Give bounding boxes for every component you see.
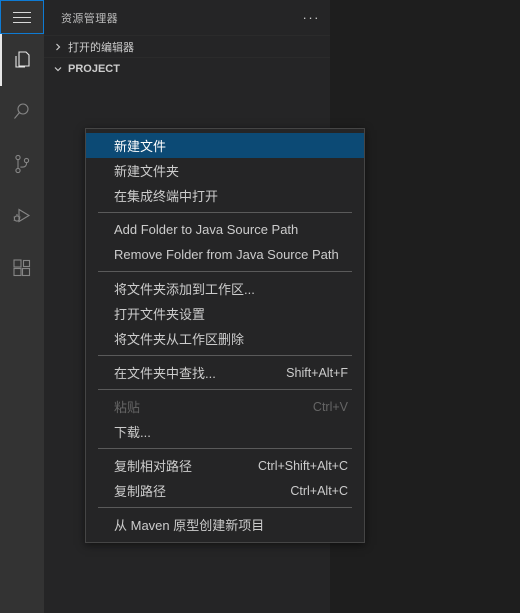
search-icon	[10, 100, 34, 124]
menu-separator	[98, 271, 352, 272]
context-menu: 新建文件 新建文件夹 在集成终端中打开 Add Folder to Java S…	[85, 128, 365, 543]
menu-item-add-folder-to-java-source-path[interactable]: Add Folder to Java Source Path	[86, 217, 364, 242]
menu-item-find-in-folder[interactable]: 在文件夹中查找... Shift+Alt+F	[86, 360, 364, 385]
menu-item-remove-folder-from-java-source-path[interactable]: Remove Folder from Java Source Path	[86, 242, 364, 267]
menu-item-paste: 粘贴 Ctrl+V	[86, 394, 364, 419]
menu-item-label: 在集成终端中打开	[114, 189, 219, 204]
files-icon	[10, 48, 34, 72]
sidebar-header: 资源管理器 ···	[44, 0, 330, 35]
menu-item-open-folder-settings[interactable]: 打开文件夹设置	[86, 301, 364, 326]
menu-item-label: 新建文件	[114, 139, 167, 154]
activitybar-item-search[interactable]	[0, 86, 44, 138]
hamburger-icon	[13, 8, 31, 27]
activity-bar	[0, 0, 44, 613]
menu-separator	[98, 507, 352, 508]
run-debug-icon	[10, 204, 34, 228]
menu-separator	[98, 389, 352, 390]
menu-item-label: Remove Folder from Java Source Path	[114, 247, 339, 262]
menu-item-label: 新建文件夹	[114, 164, 180, 179]
extensions-icon	[10, 256, 34, 280]
menu-item-download[interactable]: 下载...	[86, 419, 364, 444]
menu-item-copy-relative-path[interactable]: 复制相对路径 Ctrl+Shift+Alt+C	[86, 453, 364, 478]
activitybar-item-extensions[interactable]	[0, 242, 44, 294]
menu-item-add-folder-to-workspace[interactable]: 将文件夹添加到工作区...	[86, 276, 364, 301]
sidebar-section-label: PROJECT	[68, 62, 120, 75]
menu-item-label: 打开文件夹设置	[114, 307, 206, 322]
menu-item-label: 粘贴	[114, 400, 141, 415]
menu-item-label: 复制相对路径	[114, 459, 193, 474]
vscode-window: 资源管理器 ··· 打开的编辑器 PROJECT 新建文件 新建文件夹 在集成终…	[0, 0, 520, 613]
menu-separator	[98, 212, 352, 213]
menu-item-open-in-integrated-terminal[interactable]: 在集成终端中打开	[86, 183, 364, 208]
menu-separator	[98, 448, 352, 449]
menu-item-label: 下载...	[114, 425, 151, 440]
menu-item-label: Add Folder to Java Source Path	[114, 222, 299, 237]
activitybar-item-run-debug[interactable]	[0, 190, 44, 242]
menu-item-label: 复制路径	[114, 484, 167, 499]
menu-item-create-maven-project[interactable]: 从 Maven 原型创建新项目	[86, 512, 364, 537]
menu-item-shortcut: Ctrl+Alt+C	[290, 483, 348, 498]
menu-item-label: 从 Maven 原型创建新项目	[114, 518, 265, 533]
menu-item-remove-folder-from-workspace[interactable]: 将文件夹从工作区删除	[86, 326, 364, 351]
chevron-right-icon	[50, 39, 66, 55]
menu-item-copy-path[interactable]: 复制路径 Ctrl+Alt+C	[86, 478, 364, 503]
menu-item-shortcut: Ctrl+V	[312, 399, 348, 414]
menu-item-new-file[interactable]: 新建文件	[86, 133, 364, 158]
menu-item-label: 在文件夹中查找...	[114, 366, 216, 381]
sidebar-section-open-editors[interactable]: 打开的编辑器	[44, 35, 330, 57]
sidebar-title: 资源管理器	[61, 12, 118, 25]
git-branch-icon	[10, 152, 34, 176]
hamburger-menu-button[interactable]	[0, 0, 44, 34]
sidebar-section-project[interactable]: PROJECT	[44, 57, 330, 79]
menu-item-label: 将文件夹添加到工作区...	[114, 282, 255, 297]
menu-item-label: 将文件夹从工作区删除	[114, 332, 245, 347]
sidebar-section-label: 打开的编辑器	[68, 41, 134, 54]
menu-item-shortcut: Ctrl+Shift+Alt+C	[258, 458, 348, 473]
activitybar-item-source-control[interactable]	[0, 138, 44, 190]
sidebar-more-actions-button[interactable]: ···	[303, 11, 321, 24]
menu-item-new-folder[interactable]: 新建文件夹	[86, 158, 364, 183]
activitybar-item-explorer[interactable]	[0, 34, 44, 86]
chevron-down-icon	[50, 61, 66, 77]
menu-item-shortcut: Shift+Alt+F	[286, 365, 348, 380]
menu-separator	[98, 355, 352, 356]
